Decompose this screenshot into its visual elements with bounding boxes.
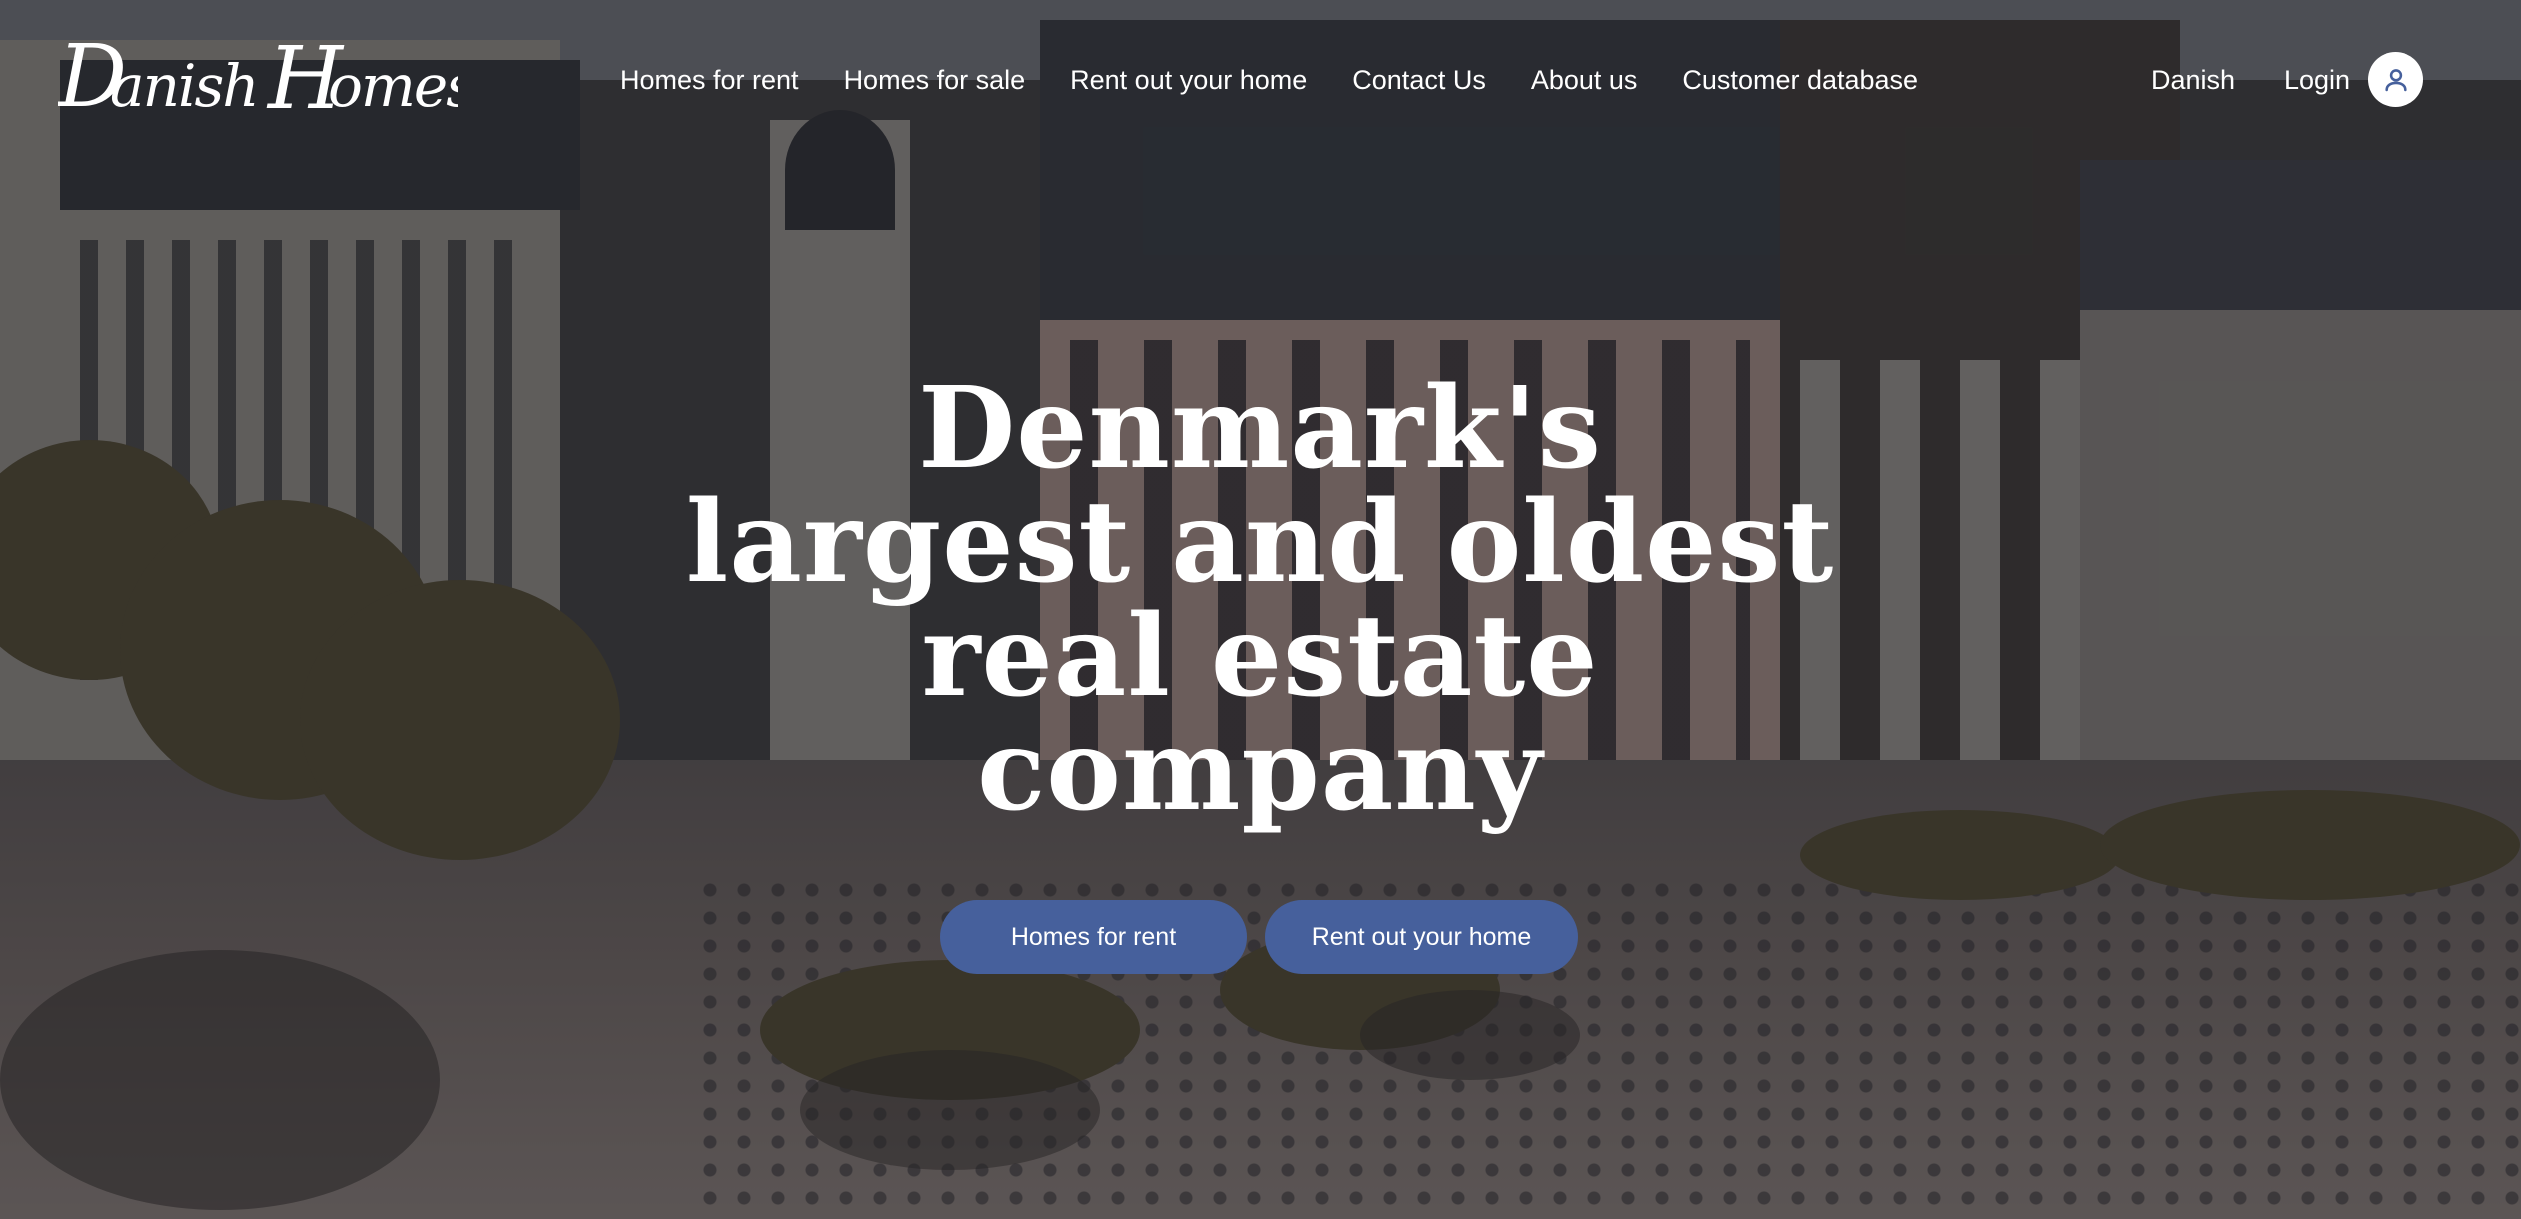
hero-title-line: company: [977, 705, 1543, 836]
nav-customer-database[interactable]: Customer database: [1682, 58, 1918, 102]
hero-title-line: Denmark's: [918, 363, 1602, 494]
hero-title-line: real estate: [921, 591, 1599, 722]
hero-title: Denmark's largest and oldest real estate…: [560, 372, 1960, 828]
hero-title-line: largest and oldest: [685, 477, 1835, 608]
nav-rent-out-your-home[interactable]: Rent out your home: [1070, 58, 1307, 102]
svg-text:omes: omes: [328, 52, 458, 120]
nav-about-us[interactable]: About us: [1531, 58, 1638, 102]
user-icon: [2384, 68, 2407, 91]
nav-contact-us[interactable]: Contact Us: [1352, 58, 1486, 102]
site-header: D anish H omes Homes for rent Homes for …: [0, 0, 2521, 160]
svg-text:anish: anish: [110, 52, 258, 120]
hero-cta-group: Homes for rent Rent out your home: [940, 900, 1578, 974]
nav-homes-for-rent[interactable]: Homes for rent: [620, 58, 799, 102]
account-button[interactable]: [2368, 52, 2423, 107]
nav-homes-for-sale[interactable]: Homes for sale: [844, 58, 1026, 102]
main-nav: Homes for rent Homes for sale Rent out y…: [620, 58, 1963, 102]
rent-out-your-home-button[interactable]: Rent out your home: [1265, 900, 1578, 974]
homes-for-rent-button[interactable]: Homes for rent: [940, 900, 1247, 974]
login-link[interactable]: Login: [2284, 58, 2350, 102]
language-selector[interactable]: Danish: [2151, 58, 2235, 102]
brand-logo[interactable]: D anish H omes: [56, 27, 476, 130]
danish-homes-logo: D anish H omes: [56, 27, 476, 129]
